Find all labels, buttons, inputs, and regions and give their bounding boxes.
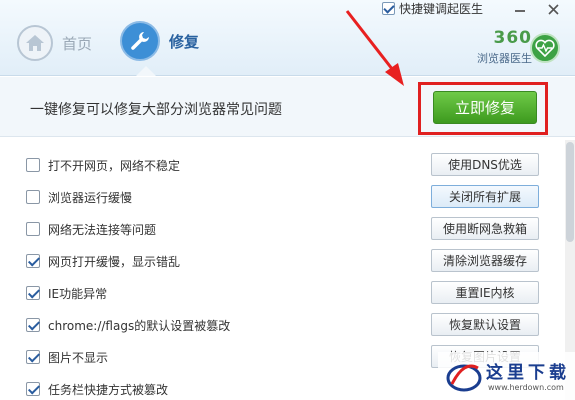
item-label: 网络无法连接等问题 [48,223,157,237]
close-extensions-button[interactable]: 关闭所有扩展 [431,185,539,208]
close-button[interactable] [538,0,568,18]
list-item: chrome://flags的默认设置被篡改 恢复默认设置 [0,309,560,341]
scrollbar-thumb[interactable] [566,142,574,242]
active-tab-pointer [136,66,156,76]
watermark-logo-icon [446,364,482,392]
action-title: 一键修复可以修复大部分浏览器常见问题 [30,102,282,118]
clear-cache-button[interactable]: 清除浏览器缓存 [431,249,539,272]
item-label: IE功能异常 [48,287,108,301]
tab-repair[interactable]: 修复 [120,17,199,65]
list-item: 网页打开缓慢，显示错乱 清除浏览器缓存 [0,245,560,277]
item-label: 任务栏快捷方式被篡改 [48,383,169,397]
item-label: 图片不显示 [48,351,109,365]
use-dns-button[interactable]: 使用DNS优选 [431,153,539,176]
list-item: 打不开网页，网络不稳定 使用DNS优选 [0,149,560,181]
brand-number: 360 [493,28,532,48]
item-label: chrome://flags的默认设置被篡改 [48,319,231,333]
watermark: 这里下载 www.herdown.com [438,352,575,400]
network-rescue-button[interactable]: 使用断网急救箱 [431,217,539,240]
item-label: 网页打开缓慢，显示错乱 [48,255,181,269]
list-item: IE功能异常 重置IE内核 [0,277,560,309]
reset-ie-button[interactable]: 重置IE内核 [431,281,539,304]
tab-home[interactable]: 首页 [17,19,92,67]
brand-subtitle: 浏览器医生 [477,52,532,65]
close-icon [547,3,559,15]
list-item: 网络无法连接等问题 使用断网急救箱 [0,213,560,245]
item-checkbox[interactable] [26,222,40,236]
item-checkbox[interactable] [26,190,40,204]
header: 快捷键调起医生 首页 修复 360 浏览器医生 [0,0,575,76]
item-checkbox[interactable] [26,318,40,332]
minimize-button[interactable] [505,0,535,18]
hotkey-checkbox[interactable] [382,1,395,15]
item-label: 浏览器运行缓慢 [48,191,133,205]
list-item: 浏览器运行缓慢 关闭所有扩展 [0,181,560,213]
item-checkbox[interactable] [26,286,40,300]
item-checkbox[interactable] [26,158,40,172]
brand: 360 浏览器医生 [462,28,532,66]
restore-defaults-button[interactable]: 恢复默认设置 [431,313,539,336]
hotkey-option[interactable]: 快捷键调起医生 [382,0,483,16]
item-checkbox[interactable] [26,254,40,268]
wrench-icon [120,21,160,61]
watermark-url: www.herdown.com [488,383,564,392]
hotkey-label: 快捷键调起医生 [399,1,484,16]
item-checkbox[interactable] [26,382,40,396]
repair-now-button[interactable]: 立即修复 [433,91,537,124]
action-bar: 一键修复可以修复大部分浏览器常见问题 立即修复 [0,77,575,137]
tab-repair-label: 修复 [169,32,200,51]
house-icon [17,25,53,61]
tab-home-label: 首页 [62,34,93,53]
watermark-text: 这里下载 [486,363,570,383]
item-checkbox[interactable] [26,350,40,364]
heart-pulse-icon [530,33,560,63]
item-label: 打不开网页，网络不稳定 [48,159,181,173]
